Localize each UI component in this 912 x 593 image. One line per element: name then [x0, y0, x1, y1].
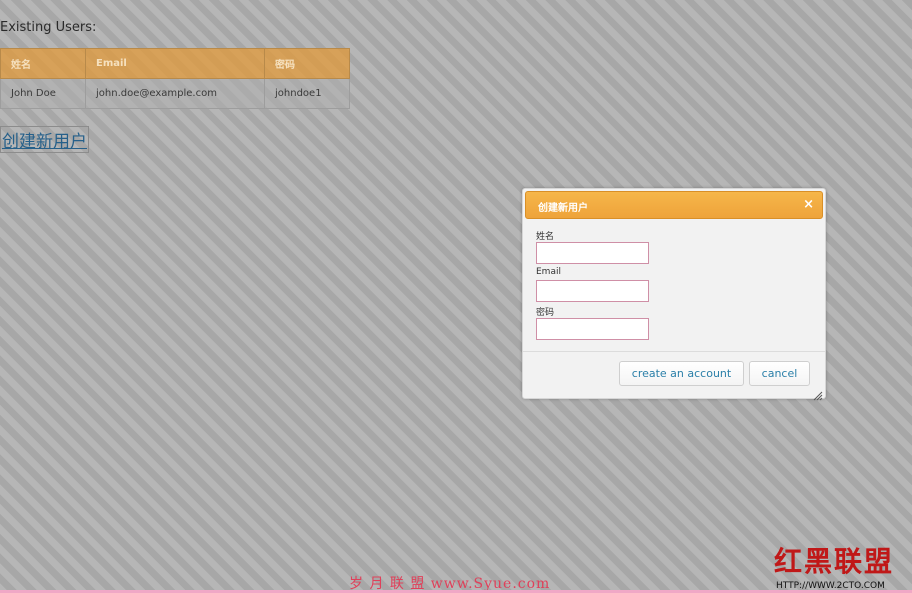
password-field-label: 密码: [536, 308, 555, 318]
cancel-button[interactable]: cancel: [749, 361, 810, 386]
table-header-row: 姓名 Email 密码: [0, 48, 350, 79]
name-field-label: 姓名: [536, 232, 555, 242]
cell-name: John Doe: [0, 78, 86, 109]
close-icon[interactable]: ×: [803, 197, 814, 213]
column-header-name[interactable]: 姓名: [0, 48, 86, 79]
create-new-user-link[interactable]: 创建新用户: [0, 126, 89, 153]
table-row: John Doe john.doe@example.com johndoe1: [0, 78, 350, 109]
create-account-button[interactable]: create an account: [619, 361, 744, 386]
email-field-label: Email: [536, 267, 561, 277]
dialog-footer-divider: [523, 351, 825, 352]
column-header-email[interactable]: Email: [85, 48, 265, 79]
watermark-2cto-logo: 红黑联盟: [774, 545, 895, 578]
cell-password: johndoe1: [264, 78, 350, 109]
email-field[interactable]: [536, 280, 649, 302]
name-field[interactable]: [536, 242, 649, 264]
users-table: 姓名 Email 密码 John Doe john.doe@example.co…: [0, 48, 350, 109]
resize-handle-icon[interactable]: [813, 386, 823, 401]
create-user-dialog: 创建新用户 × 姓名 Email 密码 create an account ca…: [522, 188, 826, 401]
cell-email: john.doe@example.com: [85, 78, 265, 109]
password-field[interactable]: [536, 318, 649, 340]
users-heading: Existing Users:: [0, 20, 97, 35]
dialog-title: 创建新用户: [538, 203, 588, 214]
dialog-titlebar[interactable]: 创建新用户 ×: [525, 191, 823, 219]
column-header-password[interactable]: 密码: [264, 48, 350, 79]
